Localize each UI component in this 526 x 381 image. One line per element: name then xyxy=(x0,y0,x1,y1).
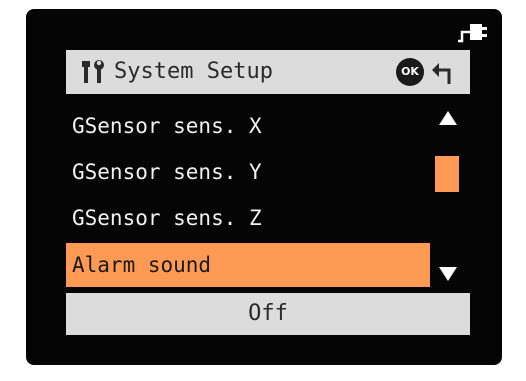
header-bar: System Setup OK xyxy=(66,50,470,94)
tools-icon xyxy=(82,60,104,83)
menu-item-alarm-sound[interactable]: Alarm sound xyxy=(66,243,430,287)
page-title: System Setup xyxy=(114,59,273,84)
current-value-field[interactable]: Off xyxy=(66,293,470,335)
menu-item-gsensor-x[interactable]: GSensor sens. X xyxy=(66,103,430,149)
scrollbar-thumb[interactable] xyxy=(435,156,459,192)
back-arrow-icon[interactable] xyxy=(430,60,456,86)
device-screen: System Setup OK GSensor sens. X GSensor … xyxy=(26,9,502,365)
ok-button[interactable]: OK xyxy=(396,58,424,86)
power-plug-icon xyxy=(458,24,487,43)
scroll-up-arrow-icon[interactable] xyxy=(439,111,457,125)
menu-item-gsensor-y[interactable]: GSensor sens. Y xyxy=(66,149,430,195)
scroll-down-arrow-icon[interactable] xyxy=(439,267,457,281)
menu-item-gsensor-z[interactable]: GSensor sens. Z xyxy=(66,195,430,241)
settings-menu-list: GSensor sens. X GSensor sens. Y GSensor … xyxy=(66,103,430,287)
